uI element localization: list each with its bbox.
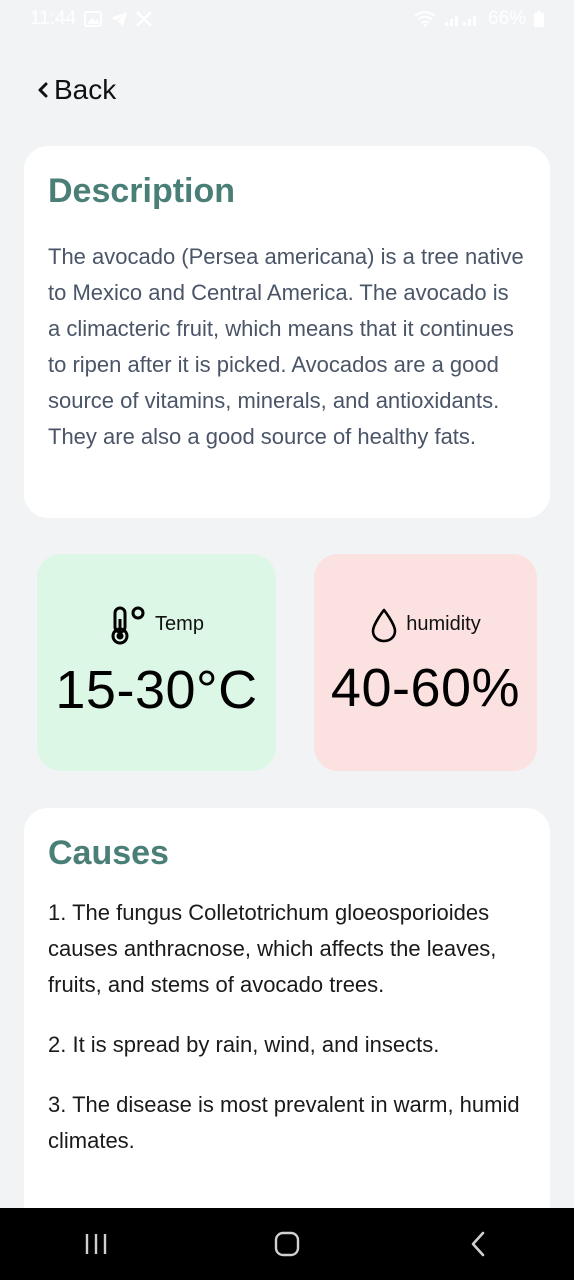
description-text: The avocado (Persea americana) is a tree…: [48, 244, 524, 449]
thermometer-icon: [109, 605, 147, 645]
cause-item: 1. The fungus Colletotrichum gloeosporio…: [48, 900, 497, 997]
x-icon: [136, 11, 152, 27]
humidity-card: humidity 40-60%: [314, 554, 537, 771]
causes-list: 1. The fungus Colletotrichum gloeosporio…: [48, 895, 526, 1159]
temp-label-row: Temp: [109, 605, 204, 645]
recent-apps-button[interactable]: [56, 1214, 136, 1274]
temp-label: Temp: [155, 613, 204, 635]
causes-title: Causes: [48, 834, 169, 872]
water-drop-icon: [370, 607, 398, 643]
recent-apps-icon: [85, 1234, 106, 1254]
chevron-left-icon: [472, 1231, 485, 1257]
chevron-left-icon: [36, 80, 50, 100]
wifi-icon: [414, 11, 436, 27]
home-button[interactable]: [247, 1214, 327, 1274]
system-back-button[interactable]: [438, 1214, 518, 1274]
status-right: 66%: [414, 8, 544, 30]
battery-percent: 66%: [487, 8, 526, 29]
description-card: Description The avocado (Persea american…: [24, 146, 550, 518]
humidity-label-row: humidity: [370, 607, 481, 643]
humidity-value: 40-60%: [330, 657, 521, 718]
status-left: 11:44: [30, 8, 152, 30]
status-bar: 11:44 66%: [0, 0, 574, 38]
system-nav-bar: [0, 1208, 574, 1280]
status-time: 11:44: [30, 8, 77, 29]
gallery-icon: [84, 11, 103, 27]
causes-card: Causes 1. The fungus Colletotrichum gloe…: [24, 808, 550, 1248]
battery-icon: [534, 11, 544, 27]
back-button[interactable]: Back: [36, 74, 116, 106]
back-label: Back: [54, 74, 117, 105]
home-icon: [274, 1231, 300, 1257]
description-title: Description: [48, 172, 236, 210]
telegram-icon: [110, 11, 128, 27]
humidity-label: humidity: [406, 613, 481, 635]
temp-value: 15-30°C: [55, 659, 258, 720]
signal-icon: [444, 11, 480, 27]
cause-item: 3. The disease is most prevalent in warm…: [48, 1092, 520, 1153]
cause-item: 2. It is spread by rain, wind, and insec…: [48, 1032, 440, 1057]
temp-card: Temp 15-30°C: [37, 554, 276, 771]
